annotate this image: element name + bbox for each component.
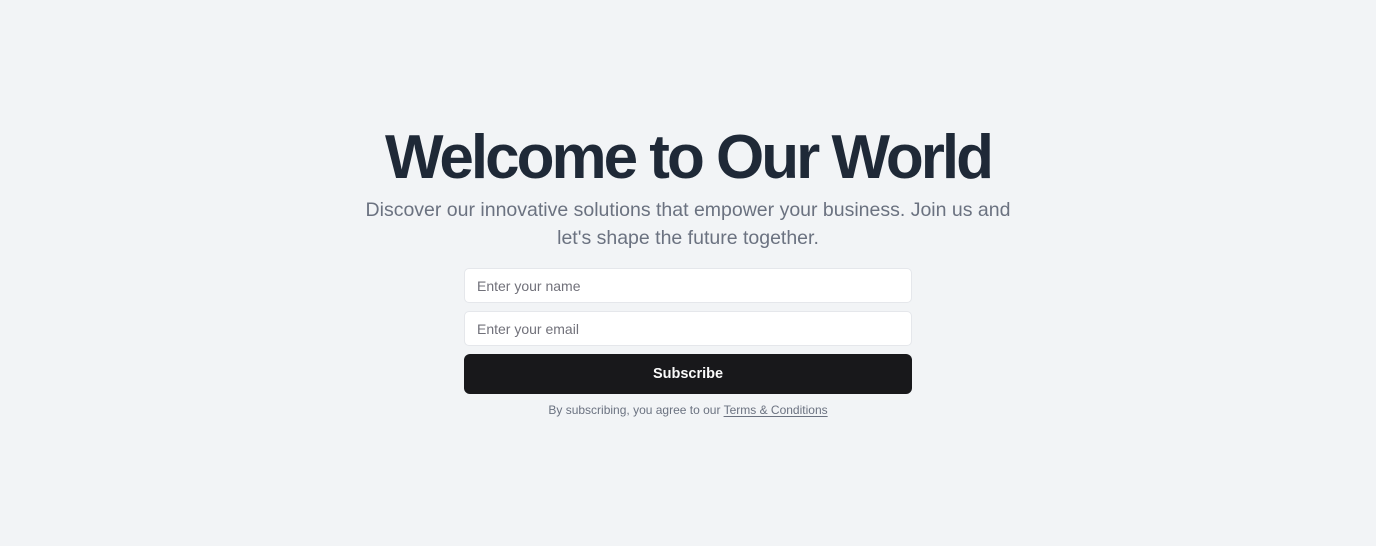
page-title: Welcome to Our World bbox=[385, 123, 994, 192]
page-subtitle: Discover our innovative solutions that e… bbox=[365, 199, 1011, 249]
subscribe-form: Subscribe By subscribing, you agree to o… bbox=[464, 268, 912, 418]
terms-notice: By subscribing, you agree to our Terms &… bbox=[464, 402, 912, 418]
name-field[interactable] bbox=[464, 268, 912, 303]
subscribe-button[interactable]: Subscribe bbox=[464, 354, 912, 394]
hero-section: Welcome to Our World Discover our innova… bbox=[0, 0, 1376, 546]
terms-prefix: By subscribing, you agree to our bbox=[548, 403, 724, 417]
terms-link[interactable]: Terms & Conditions bbox=[724, 403, 828, 417]
email-field[interactable] bbox=[464, 311, 912, 346]
